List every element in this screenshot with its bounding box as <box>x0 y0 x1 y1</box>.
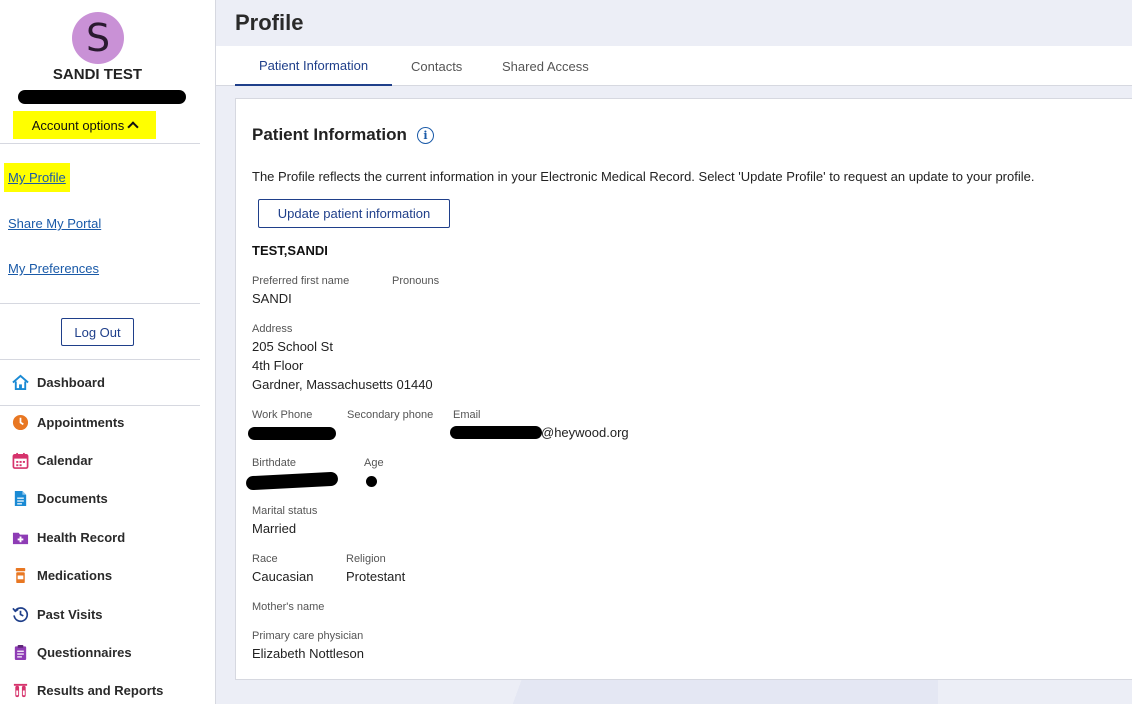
nav-appointments-label: Appointments <box>37 414 125 430</box>
nav-medications[interactable]: Medications <box>12 563 112 587</box>
mothers-name-label: Mother's name <box>252 601 325 613</box>
background-stripe <box>238 680 938 704</box>
share-my-portal-link[interactable]: Share My Portal <box>8 216 101 231</box>
history-icon <box>12 606 29 622</box>
divider <box>0 359 200 360</box>
sidebar: S SANDI TEST 09-1086 Account options My … <box>0 0 216 704</box>
nav-appointments[interactable]: Appointments <box>12 410 124 434</box>
email-label: Email <box>453 409 481 421</box>
tab-contacts[interactable]: Contacts <box>411 46 462 86</box>
pronouns-label: Pronouns <box>392 275 440 287</box>
page-title: Profile <box>235 10 304 35</box>
nav-results-and-reports-label: Results and Reports <box>37 682 164 698</box>
divider <box>0 143 200 144</box>
nav-past-visits[interactable]: Past Visits <box>12 602 103 626</box>
clipboard-icon <box>14 644 27 660</box>
nav-results-and-reports[interactable]: Results and Reports <box>12 678 163 702</box>
email-domain-value: @heywood.org <box>541 425 629 440</box>
tab-patient-information[interactable]: Patient Information <box>235 46 392 86</box>
address-line-2: 4th Floor <box>252 358 304 373</box>
nav-questionnaires[interactable]: Questionnaires <box>12 640 132 664</box>
religion-label: Religion <box>346 553 386 565</box>
nav-questionnaires-label: Questionnaires <box>37 644 132 660</box>
document-icon <box>14 490 27 506</box>
divider <box>0 405 200 406</box>
nav-medications-label: Medications <box>37 567 113 583</box>
home-icon <box>12 374 29 390</box>
pill-bottle-icon <box>15 567 26 583</box>
race-value: Caucasian <box>252 569 314 584</box>
nav-health-record[interactable]: Health Record <box>12 525 125 549</box>
my-profile-link[interactable]: My Profile <box>4 163 70 192</box>
medical-folder-icon <box>12 532 29 544</box>
nav-dashboard-label: Dashboard <box>37 374 105 390</box>
pcp-label: Primary care physician <box>252 630 364 642</box>
calendar-icon <box>12 452 29 469</box>
my-preferences-link[interactable]: My Preferences <box>8 261 99 276</box>
nav-past-visits-label: Past Visits <box>37 606 103 622</box>
nav-health-record-label: Health Record <box>37 529 126 545</box>
preferred-first-name-label: Preferred first name <box>252 275 350 287</box>
tab-shared-access[interactable]: Shared Access <box>502 46 589 86</box>
chevron-up-icon <box>127 121 139 133</box>
card-title-text: Patient Information <box>252 125 407 144</box>
profile-description: The Profile reflects the current informa… <box>252 169 1035 184</box>
age-label: Age <box>364 457 384 469</box>
divider <box>0 303 200 304</box>
account-options-label: Account options <box>31 117 125 133</box>
redaction-mark <box>248 427 336 440</box>
patient-information-card: Patient Information i The Profile reflec… <box>235 98 1132 680</box>
redaction-mark <box>245 471 339 491</box>
redaction-mark <box>366 476 377 487</box>
nav-documents[interactable]: Documents <box>12 486 108 510</box>
nav-documents-label: Documents <box>37 490 108 506</box>
account-options-button[interactable]: Account options <box>13 111 156 139</box>
address-line-1: 205 School St <box>252 339 333 354</box>
clock-icon <box>12 414 29 430</box>
secondary-phone-label: Secondary phone <box>347 409 434 421</box>
nav-calendar[interactable]: Calendar <box>12 448 93 472</box>
nav-calendar-label: Calendar <box>37 452 93 468</box>
marital-status-value: Married <box>252 521 297 536</box>
race-label: Race <box>252 553 278 565</box>
redaction-mark <box>18 90 186 104</box>
info-icon[interactable]: i <box>416 126 434 144</box>
tab-bar: Patient Information Contacts Shared Acce… <box>216 46 1132 86</box>
user-name: SANDI TEST <box>52 66 143 83</box>
log-out-button[interactable]: Log Out <box>61 318 134 346</box>
update-patient-information-button[interactable]: Update patient information <box>258 199 450 228</box>
religion-value: Protestant <box>346 569 406 584</box>
main-content: Profile Patient Information Contacts Sha… <box>216 0 1132 704</box>
address-line-3: Gardner, Massachusetts 01440 <box>252 377 433 392</box>
pcp-value: Elizabeth Nottleson <box>252 646 365 661</box>
card-title: Patient Information i <box>252 125 434 145</box>
work-phone-label: Work Phone <box>252 409 313 421</box>
test-tubes-icon <box>13 683 28 697</box>
preferred-first-name-value: SANDI <box>252 291 292 306</box>
birthdate-label: Birthdate <box>252 457 297 469</box>
marital-status-label: Marital status <box>252 505 318 517</box>
address-label: Address <box>252 323 293 335</box>
avatar: S <box>72 12 124 64</box>
nav-dashboard[interactable]: Dashboard <box>12 370 105 394</box>
patient-full-name: TEST,SANDI <box>252 243 328 258</box>
redaction-mark <box>450 426 542 439</box>
